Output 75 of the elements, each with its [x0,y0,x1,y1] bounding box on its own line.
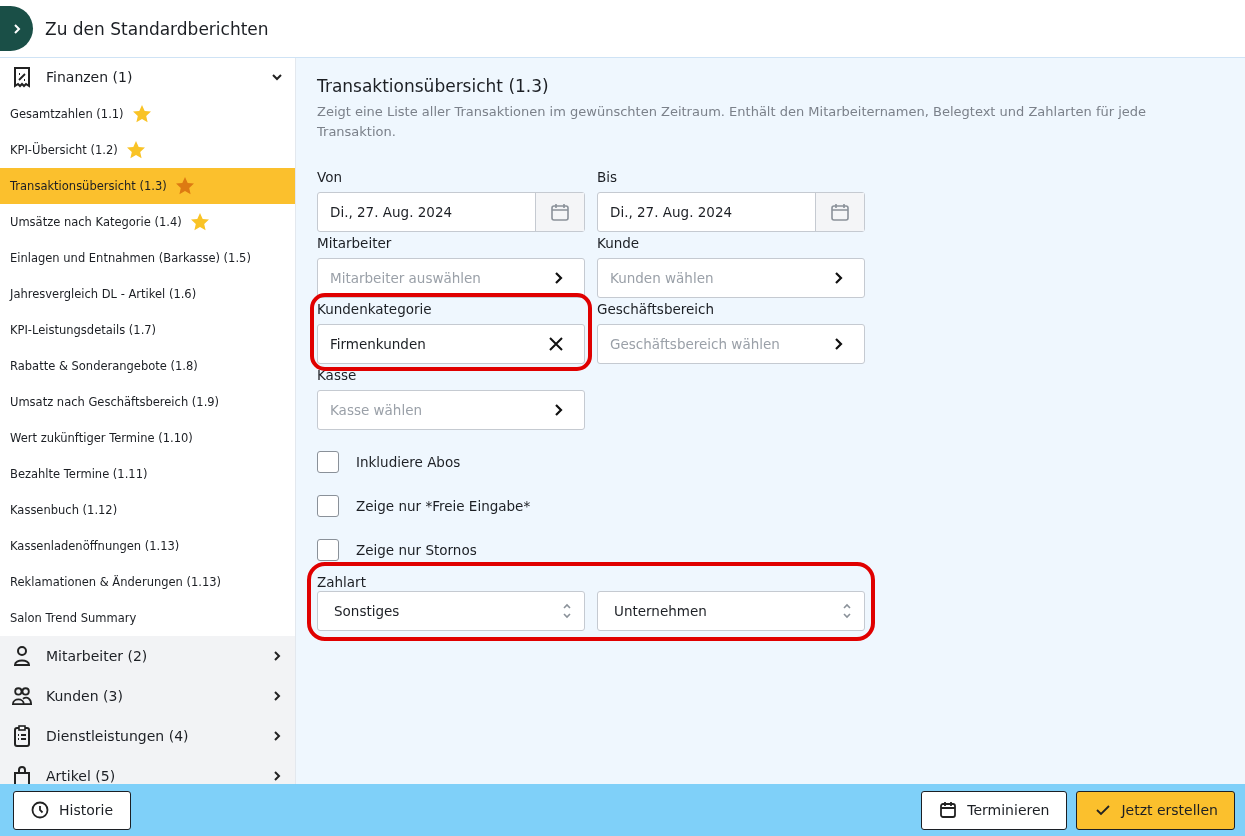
date-field[interactable]: Di., 27. Aug. 2024 [597,192,865,232]
chevron-down-icon [271,71,283,83]
chevron-right-icon [271,730,283,742]
dropdown-select[interactable]: Sonstiges [317,591,585,631]
field-label: Kasse [317,366,358,385]
field-label: Von [317,168,343,187]
expand-button[interactable] [0,6,33,51]
chevron-right-icon [834,271,844,285]
people-icon [12,685,32,707]
report-item[interactable]: Wert zukünftiger Termine (1.10) [0,420,295,456]
report-item[interactable]: Jahresvergleich DL - Artikel (1.6) [0,276,295,312]
report-description: Zeigt eine Liste aller Transaktionen im gewünschten Zeitraum. Enthält den Mitarbeiternamen, Belegtext und Zahlarten für jede Transaktion. [317,103,1148,141]
dropdown-select[interactable]: Unternehmen [597,591,865,631]
report-item[interactable]: Umsätze nach Kategorie (1.4) [0,204,295,240]
section-title: Kunden (3) [46,688,124,704]
report-item[interactable]: Kassenbuch (1.12) [0,492,295,528]
select-field[interactable]: Firmenkunden [317,324,585,364]
sidebar-section[interactable]: Kunden (3) [0,676,295,716]
checkbox[interactable] [317,495,339,517]
checkbox-label: Inkludiere Abos [356,454,461,470]
calendar-button[interactable] [535,193,584,231]
field-label: Geschäftsbereich [597,300,716,319]
section-title: Artikel (5) [46,768,117,784]
report-item[interactable]: Einlagen und Entnahmen (Barkasse) (1.5) [0,240,295,276]
receipt-icon [12,66,32,88]
sidebar-section[interactable]: Dienstleistungen (4) [0,716,295,756]
field-label: Mitarbeiter [317,234,393,253]
field-label: Bis [597,168,619,187]
sidebar-section[interactable]: Artikel (5) [0,756,295,784]
field-label: Kunde [597,234,641,253]
section-title: Mitarbeiter (2) [46,648,149,664]
checkbox-label: Zeige nur Stornos [356,542,477,558]
history-button[interactable]: Historie [13,790,132,830]
bag-icon [12,765,32,784]
chevron-right-icon [834,337,844,351]
calendar-icon [939,801,958,819]
checkbox-label: Zeige nur *Freie Eingabe* [356,498,531,514]
chevron-right-icon [554,403,564,417]
calendar-button[interactable] [815,193,864,231]
field-label: Zahlart [317,574,366,590]
report-item[interactable]: Salon Trend Summary [0,600,295,636]
updown-icon [562,602,572,620]
field-label: Kundenkategorie [317,300,433,319]
chevron-right-icon [271,690,283,702]
chevron-right-icon [271,650,283,662]
clipboard-icon [12,725,32,747]
report-item[interactable]: Umsatz nach Geschäftsbereich (1.9) [0,384,295,420]
report-item[interactable]: Kassenladenöffnungen (1.13) [0,528,295,564]
chevron-right-icon [271,770,283,782]
updown-icon [842,602,852,620]
close-icon[interactable] [548,336,564,352]
schedule-button[interactable]: Terminieren [921,790,1068,830]
sidebar-section[interactable]: Mitarbeiter (2) [0,636,295,676]
person-icon [12,645,32,667]
report-item[interactable]: Rabatte & Sonderangebote (1.8) [0,348,295,384]
create-button[interactable]: Jetzt erstellen [1076,790,1235,830]
report-title: Transaktionsübersicht (1.3) [317,76,550,96]
date-field[interactable]: Di., 27. Aug. 2024 [317,192,585,232]
report-item[interactable]: Reklamationen & Änderungen (1.13) [0,564,295,600]
report-item[interactable]: KPI-Leistungsdetails (1.7) [0,312,295,348]
report-item[interactable]: Bezahlte Termine (1.11) [0,456,295,492]
checkbox[interactable] [317,451,339,473]
report-item[interactable]: Gesamtzahlen (1.1) [0,96,295,132]
section-title: Finanzen (1) [46,69,134,85]
page-title: Zu den Standardberichten [45,18,269,39]
section-title: Dienstleistungen (4) [46,728,190,744]
clock-icon [31,801,49,819]
report-item[interactable]: Transaktionsübersicht (1.3) [0,168,295,204]
chevron-right-icon [11,22,22,35]
checkmark-icon [1095,803,1112,817]
calendar-icon [550,202,570,222]
chevron-right-icon [554,271,564,285]
checkbox[interactable] [317,539,339,561]
report-item[interactable]: KPI-Übersicht (1.2) [0,132,295,168]
calendar-icon [830,202,850,222]
